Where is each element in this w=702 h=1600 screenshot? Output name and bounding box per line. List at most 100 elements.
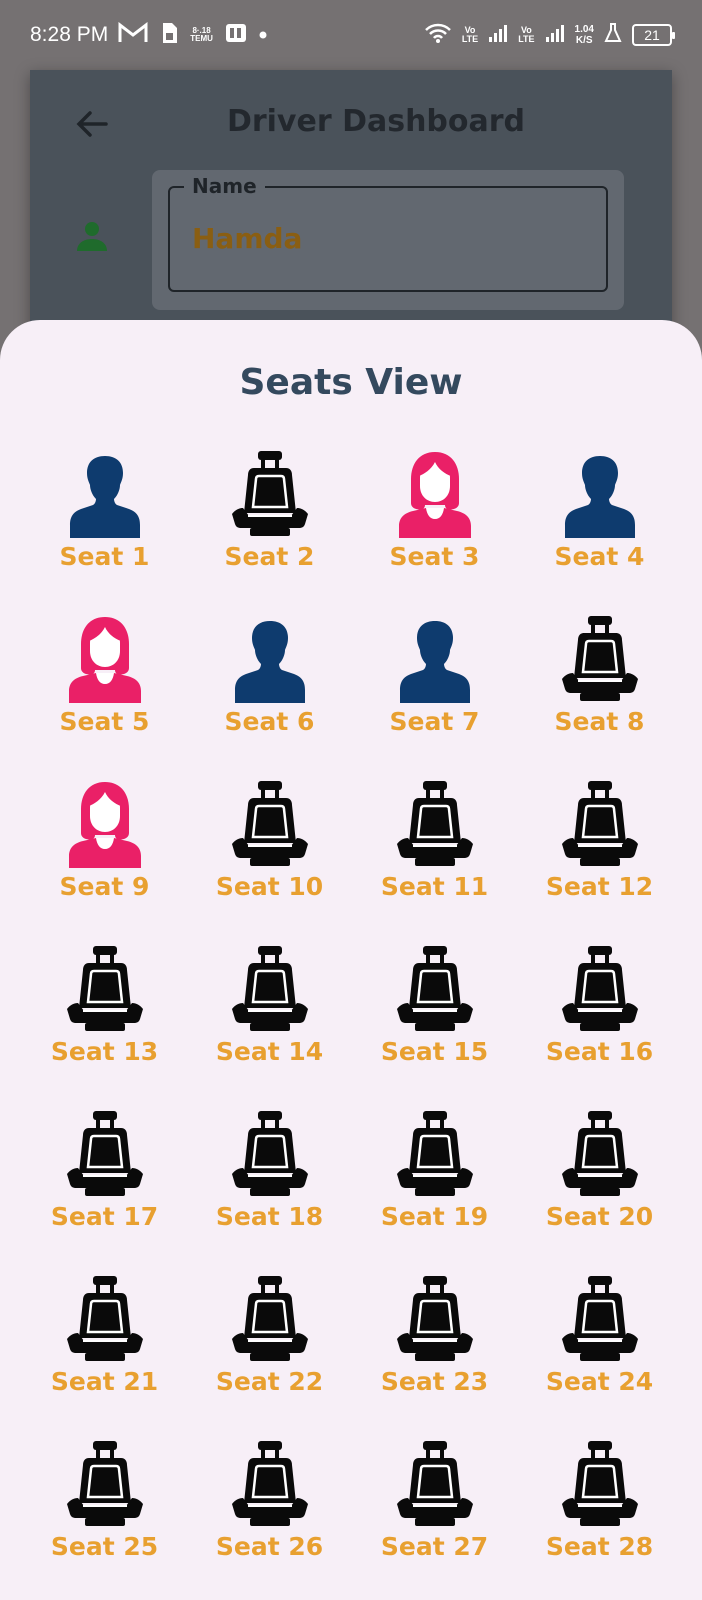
car-seat-icon bbox=[63, 1438, 147, 1528]
seat-18[interactable]: Seat 18 bbox=[187, 1108, 352, 1273]
seat-label: Seat 20 bbox=[545, 1202, 654, 1231]
person-icon bbox=[74, 218, 110, 254]
seat-13[interactable]: Seat 13 bbox=[22, 943, 187, 1108]
seat-17[interactable]: Seat 17 bbox=[22, 1108, 187, 1273]
car-seat-icon bbox=[228, 778, 312, 868]
car-seat-icon bbox=[228, 943, 312, 1033]
flask-icon bbox=[604, 23, 622, 47]
dot-icon bbox=[259, 27, 267, 43]
wifi-icon bbox=[424, 22, 452, 48]
seat-label: Seat 7 bbox=[389, 707, 480, 736]
seat-5[interactable]: Seat 5 bbox=[22, 613, 187, 778]
car-seat-icon bbox=[63, 943, 147, 1033]
male-passenger-icon bbox=[228, 613, 312, 703]
paytm-icon bbox=[225, 22, 247, 48]
seat-label: Seat 19 bbox=[380, 1202, 489, 1231]
seat-label: Seat 24 bbox=[545, 1367, 654, 1396]
system-icons: Vo LTE Vo LTE 1.04 K/S 21 bbox=[424, 22, 675, 48]
car-seat-icon bbox=[393, 1438, 477, 1528]
status-bar: 8:28 PM 8·.18 TEMU Vo LTE Vo LTE 1.04 K/… bbox=[0, 0, 702, 70]
seat-label: Seat 8 bbox=[554, 707, 645, 736]
seat-23[interactable]: Seat 23 bbox=[352, 1273, 517, 1438]
seat-label: Seat 12 bbox=[545, 872, 654, 901]
seat-label: Seat 6 bbox=[224, 707, 315, 736]
seat-14[interactable]: Seat 14 bbox=[187, 943, 352, 1108]
seat-label: Seat 18 bbox=[215, 1202, 324, 1231]
seat-label: Seat 13 bbox=[50, 1037, 159, 1066]
network-speed: 1.04 K/S bbox=[574, 24, 594, 46]
seat-label: Seat 9 bbox=[59, 872, 150, 901]
seat-label: Seat 16 bbox=[545, 1037, 654, 1066]
male-passenger-icon bbox=[558, 448, 642, 538]
seat-1[interactable]: Seat 1 bbox=[22, 448, 187, 613]
female-passenger-icon bbox=[393, 448, 477, 538]
name-field-label: Name bbox=[184, 174, 265, 198]
signal-icon bbox=[545, 23, 565, 47]
seat-22[interactable]: Seat 22 bbox=[187, 1273, 352, 1438]
car-seat-icon bbox=[558, 1108, 642, 1198]
car-seat-icon bbox=[228, 448, 312, 538]
seat-16[interactable]: Seat 16 bbox=[517, 943, 682, 1108]
battery-icon: 21 bbox=[632, 24, 675, 46]
seat-label: Seat 28 bbox=[545, 1532, 654, 1561]
seat-label: Seat 15 bbox=[380, 1037, 489, 1066]
seats-bottom-sheet: Seats View Seat 1 Seat 2 Seat 3 Seat 4 Seat … bbox=[0, 320, 702, 1600]
car-seat-icon bbox=[393, 943, 477, 1033]
seat-15[interactable]: Seat 15 bbox=[352, 943, 517, 1108]
male-passenger-icon bbox=[393, 613, 477, 703]
seat-26[interactable]: Seat 26 bbox=[187, 1438, 352, 1600]
seat-12[interactable]: Seat 12 bbox=[517, 778, 682, 943]
name-field[interactable]: Name Hamda bbox=[168, 174, 608, 292]
car-seat-icon bbox=[63, 1108, 147, 1198]
car-seat-icon bbox=[228, 1108, 312, 1198]
seat-9[interactable]: Seat 9 bbox=[22, 778, 187, 943]
seat-19[interactable]: Seat 19 bbox=[352, 1108, 517, 1273]
car-seat-icon bbox=[393, 1273, 477, 1363]
female-passenger-icon bbox=[63, 778, 147, 868]
seat-8[interactable]: Seat 8 bbox=[517, 613, 682, 778]
seat-24[interactable]: Seat 24 bbox=[517, 1273, 682, 1438]
seat-label: Seat 11 bbox=[380, 872, 489, 901]
seat-11[interactable]: Seat 11 bbox=[352, 778, 517, 943]
seat-label: Seat 2 bbox=[224, 542, 315, 571]
sheet-title: Seats View bbox=[239, 362, 463, 403]
car-seat-icon bbox=[228, 1438, 312, 1528]
seat-25[interactable]: Seat 25 bbox=[22, 1438, 187, 1600]
seat-label: Seat 21 bbox=[50, 1367, 159, 1396]
car-seat-icon bbox=[558, 943, 642, 1033]
seat-7[interactable]: Seat 7 bbox=[352, 613, 517, 778]
seat-4[interactable]: Seat 4 bbox=[517, 448, 682, 613]
car-seat-icon bbox=[228, 1273, 312, 1363]
signal-icon bbox=[488, 23, 508, 47]
car-seat-icon bbox=[393, 1108, 477, 1198]
seat-3[interactable]: Seat 3 bbox=[352, 448, 517, 613]
seat-28[interactable]: Seat 28 bbox=[517, 1438, 682, 1600]
gmail-icon bbox=[118, 21, 148, 48]
seat-label: Seat 4 bbox=[554, 542, 645, 571]
seat-label: Seat 3 bbox=[389, 542, 480, 571]
seat-2[interactable]: Seat 2 bbox=[187, 448, 352, 613]
volte-label-2: Vo LTE bbox=[518, 25, 535, 44]
seat-10[interactable]: Seat 10 bbox=[187, 778, 352, 943]
seat-label: Seat 14 bbox=[215, 1037, 324, 1066]
seat-label: Seat 10 bbox=[215, 872, 324, 901]
female-passenger-icon bbox=[63, 613, 147, 703]
temu-icon: 8·.18 TEMU bbox=[190, 26, 213, 43]
seat-label: Seat 27 bbox=[380, 1532, 489, 1561]
seat-20[interactable]: Seat 20 bbox=[517, 1108, 682, 1273]
seat-label: Seat 25 bbox=[50, 1532, 159, 1561]
car-seat-icon bbox=[393, 778, 477, 868]
car-seat-icon bbox=[63, 1273, 147, 1363]
name-field-value[interactable]: Hamda bbox=[192, 222, 302, 255]
seat-21[interactable]: Seat 21 bbox=[22, 1273, 187, 1438]
male-passenger-icon bbox=[63, 448, 147, 538]
seat-label: Seat 1 bbox=[59, 542, 150, 571]
seat-6[interactable]: Seat 6 bbox=[187, 613, 352, 778]
seat-label: Seat 22 bbox=[215, 1367, 324, 1396]
seat-label: Seat 26 bbox=[215, 1532, 324, 1561]
car-seat-icon bbox=[558, 1438, 642, 1528]
name-field-container: Name Hamda bbox=[152, 170, 624, 310]
status-time: 8:28 PM bbox=[30, 23, 109, 46]
seat-label: Seat 23 bbox=[380, 1367, 489, 1396]
seat-27[interactable]: Seat 27 bbox=[352, 1438, 517, 1600]
